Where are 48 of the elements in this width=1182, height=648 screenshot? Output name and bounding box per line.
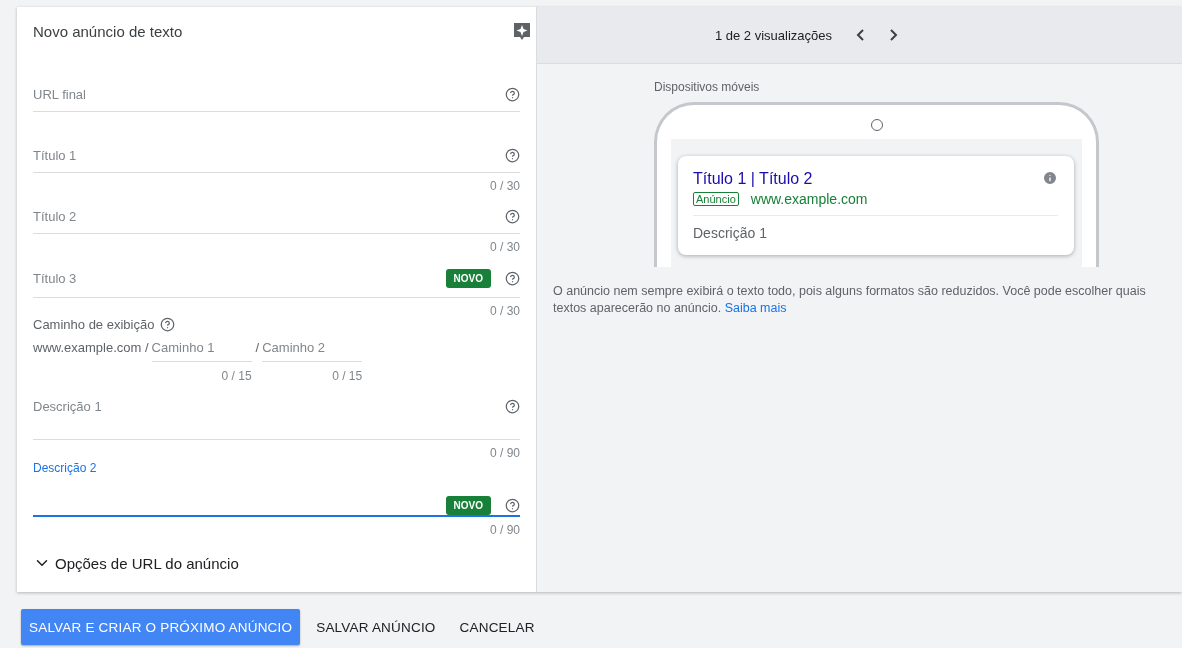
character-counter: 0 / 30 xyxy=(489,240,520,254)
preview-pager: 1 de 2 visualizações xyxy=(714,27,833,43)
input-field[interactable]: Título 2 xyxy=(33,198,520,234)
field-label: URL final xyxy=(33,87,87,102)
field-label: Caminho de exibição xyxy=(33,317,155,332)
preview-note: O anúncio nem sempre exibirá o texto todo, pois alguns formatos são reduzidos. Você pode escolher quais textos aparecerão no anúncio. Saiba mais xyxy=(553,283,1147,317)
new-badge: NOVO xyxy=(445,269,491,288)
input-field[interactable]: Descrição 1 xyxy=(33,391,520,440)
input-field[interactable]: Título 3 NOVO xyxy=(33,259,520,298)
save-and-create-button[interactable]: SALVAR E CRIAR O PRÓXIMO ANÚNCIO xyxy=(21,609,301,645)
sparkle-bubble-icon[interactable] xyxy=(512,21,532,41)
domain-text: www.example.com / xyxy=(33,339,149,355)
help-icon[interactable] xyxy=(160,317,176,332)
character-counter: 0 / 30 xyxy=(489,304,520,318)
input-field[interactable]: Título 1 xyxy=(33,137,520,173)
help-icon[interactable] xyxy=(505,271,520,286)
help-icon[interactable] xyxy=(505,87,520,102)
field-label: Título 2 xyxy=(33,209,78,224)
ad-badge: Anúncio xyxy=(693,192,739,206)
character-counter: 0 / 15 xyxy=(221,369,252,383)
new-badge: NOVO xyxy=(445,496,491,515)
input-field[interactable]: Caminho 1 xyxy=(151,338,252,362)
character-counter: 0 / 30 xyxy=(489,179,520,193)
help-icon[interactable] xyxy=(505,498,520,513)
character-counter: 0 / 90 xyxy=(489,523,520,537)
ad-headline: Título 1 | Título 2 xyxy=(693,170,813,188)
text-button[interactable]: CANCELAR xyxy=(451,609,543,645)
input-field[interactable]: URL final xyxy=(33,76,520,112)
text-button[interactable]: SALVAR ANÚNCIO xyxy=(308,609,444,645)
url-options-toggle[interactable]: Opções de URL do anúncio xyxy=(33,554,239,572)
info-icon[interactable] xyxy=(1042,170,1058,186)
device-label: Dispositivos móveis xyxy=(654,80,761,94)
chevron-left-icon xyxy=(856,29,865,41)
field-label: Título 1 xyxy=(33,148,78,163)
learn-more-link[interactable]: Saiba mais xyxy=(724,301,787,315)
help-icon[interactable] xyxy=(505,148,520,163)
input-field[interactable]: Caminho 2 xyxy=(262,338,363,362)
field-label: Título 3 xyxy=(33,271,78,286)
ad-url: www.example.com xyxy=(750,191,868,207)
path-separator: / xyxy=(254,339,260,355)
help-icon[interactable] xyxy=(505,209,520,224)
character-counter: 0 / 15 xyxy=(332,369,363,383)
field-label: Descrição 1 xyxy=(33,399,103,414)
ad-description: Descrição 1 xyxy=(693,225,768,241)
help-icon[interactable] xyxy=(505,399,520,414)
field-label: Descrição 2 xyxy=(33,461,98,477)
chevron-right-icon xyxy=(890,29,899,41)
form-title: Novo anúncio de texto xyxy=(33,22,183,40)
